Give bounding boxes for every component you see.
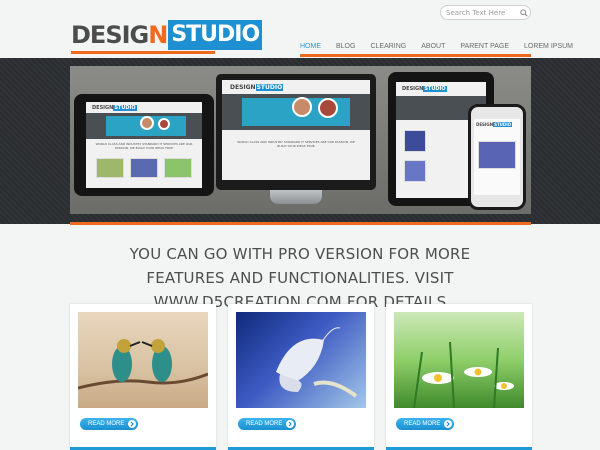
mini-thumb [292, 97, 312, 117]
monitor-screen: DESIGNSTUDIO WORLD CLASS AND INDUSTRY ST… [222, 80, 370, 180]
daisies-image [394, 312, 524, 408]
feature-card: READ MORE [228, 304, 374, 450]
logo-text-design: DESIG [71, 21, 149, 49]
slider-underline [70, 222, 531, 225]
hero-slider[interactable]: DESIGNSTUDIO WORLD CLASS AND INDUSTRY ST… [70, 66, 531, 214]
read-more-label: READ MORE [246, 421, 283, 427]
monitor-device-image: DESIGNSTUDIO WORLD CLASS AND INDUSTRY ST… [216, 74, 376, 190]
search-box[interactable] [440, 5, 531, 20]
nav-underline [300, 54, 531, 57]
logo-text-studio: STUDIO [168, 20, 263, 50]
search-input[interactable] [446, 8, 516, 17]
tablet-device-image: DESIGNSTUDIO WORLD CLASS AND INDUSTRY ST… [74, 94, 214, 196]
daisies-illustration [413, 341, 514, 408]
mini-tile [164, 158, 192, 178]
nav-blog[interactable]: BLOG [336, 43, 355, 50]
mini-thumb [158, 118, 170, 130]
monitor-tagline-text: WORLD CLASS AND INDUSTRY STANDARD IT SER… [237, 140, 355, 148]
arrow-right-icon [128, 420, 136, 428]
arrow-right-icon [444, 420, 452, 428]
nav-lorem-ipsum[interactable]: LOREM IPSUM [524, 43, 573, 50]
iphone-device-image: DESIGNSTUDIO [468, 104, 526, 210]
butterfly-image [236, 312, 366, 408]
iphone-screen: DESIGNSTUDIO [474, 119, 520, 195]
logo-text-n: N [148, 21, 168, 49]
butterfly-illustration [276, 327, 358, 398]
tablet-tagline-text: WORLD CLASS AND INDUSTRY STANDARD IT SER… [95, 142, 193, 150]
mini-tile [404, 130, 426, 152]
mini-tile [404, 160, 426, 182]
nav-home[interactable]: HOME [300, 43, 321, 50]
birds-image [78, 312, 208, 408]
nav-about[interactable]: ABOUT [421, 43, 445, 50]
arrow-right-icon [286, 420, 294, 428]
mini-logo: DESIGNSTUDIO [476, 122, 513, 127]
birds-illustration [78, 339, 208, 390]
feature-card: READ MORE [70, 304, 216, 450]
read-more-button[interactable]: READ MORE [396, 418, 454, 430]
mini-tile [96, 158, 124, 178]
read-more-button[interactable]: READ MORE [238, 418, 296, 430]
mini-thumb [140, 116, 154, 130]
monitor-stand [270, 190, 322, 204]
search-icon[interactable] [520, 9, 528, 17]
mini-logo: DESIGNSTUDIO [230, 84, 284, 91]
mini-tile [478, 141, 516, 169]
read-more-label: READ MORE [88, 421, 125, 427]
feature-card: READ MORE [386, 304, 532, 450]
tablet-screen: DESIGNSTUDIO WORLD CLASS AND INDUSTRY ST… [86, 102, 202, 188]
mini-logo: DESIGNSTUDIO [92, 105, 137, 111]
mini-tile [130, 158, 158, 178]
nav-clearing[interactable]: CLEARING [370, 43, 406, 50]
mini-logo: DESIGNSTUDIO [402, 86, 447, 92]
mini-thumb [318, 98, 338, 118]
nav-parent-page[interactable]: PARENT PAGE [460, 43, 509, 50]
logo-underline [71, 51, 215, 54]
site-header: DESIGNSTUDIO HOME BLOG CLEARING ABOUT PA… [0, 0, 600, 58]
main-nav: HOME BLOG CLEARING ABOUT PARENT PAGE LOR… [300, 36, 573, 56]
site-logo[interactable]: DESIG N STUDIO [71, 20, 263, 50]
read-more-label: READ MORE [404, 421, 441, 427]
read-more-button[interactable]: READ MORE [80, 418, 138, 430]
